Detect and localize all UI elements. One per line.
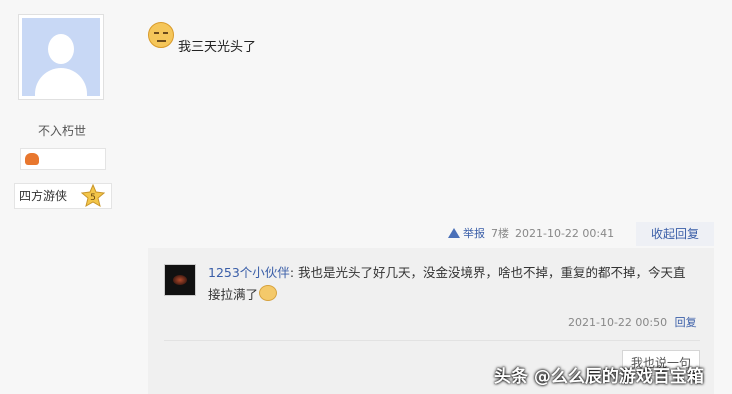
post-time: 2021-10-22 00:41 <box>515 227 615 240</box>
reply-avatar[interactable] <box>164 264 196 296</box>
post-content: 我三天光头了 <box>178 40 257 55</box>
reply-item: 1253个小伙伴: 我也是光头了好几天，没金没境界，啥也不掉，重复的都不掉，今天… <box>208 262 698 306</box>
divider <box>164 340 700 341</box>
author-avatar[interactable] <box>18 14 104 100</box>
reply-separator: : <box>289 265 295 280</box>
reply-meta: 2021-10-22 00:50 回复 <box>568 314 697 330</box>
warning-icon[interactable] <box>448 228 460 238</box>
reply-time: 2021-10-22 00:50 <box>568 316 668 329</box>
badge-icon <box>25 153 39 165</box>
author-name[interactable]: 不入朽世 <box>0 122 124 139</box>
frown-emoji-icon <box>148 22 174 48</box>
collapse-replies-button[interactable]: 收起回复 <box>636 222 714 246</box>
floor-number: 7楼 <box>491 227 509 240</box>
reply-username[interactable]: 1253个小伙伴 <box>208 265 290 280</box>
author-level[interactable]: 四方游侠 5 <box>14 183 112 209</box>
reply-button[interactable]: 回复 <box>675 316 697 329</box>
default-avatar-icon <box>22 18 100 96</box>
author-badge[interactable] <box>20 148 106 170</box>
report-link[interactable]: 举报 <box>463 227 485 240</box>
level-title: 四方游侠 <box>19 189 68 203</box>
author-sidebar: 不入朽世 四方游侠 5 <box>0 0 128 394</box>
watermark: 头条 @么么辰的游戏百宝箱 <box>494 367 704 387</box>
level-number: 5 <box>90 193 96 203</box>
laugh-emoji-icon <box>259 285 278 301</box>
level-star-icon: 5 <box>81 184 105 208</box>
post-main: 我三天光头了 举报 7楼 2021-10-22 00:41 收起回复 1253个小伙… <box>128 0 732 394</box>
